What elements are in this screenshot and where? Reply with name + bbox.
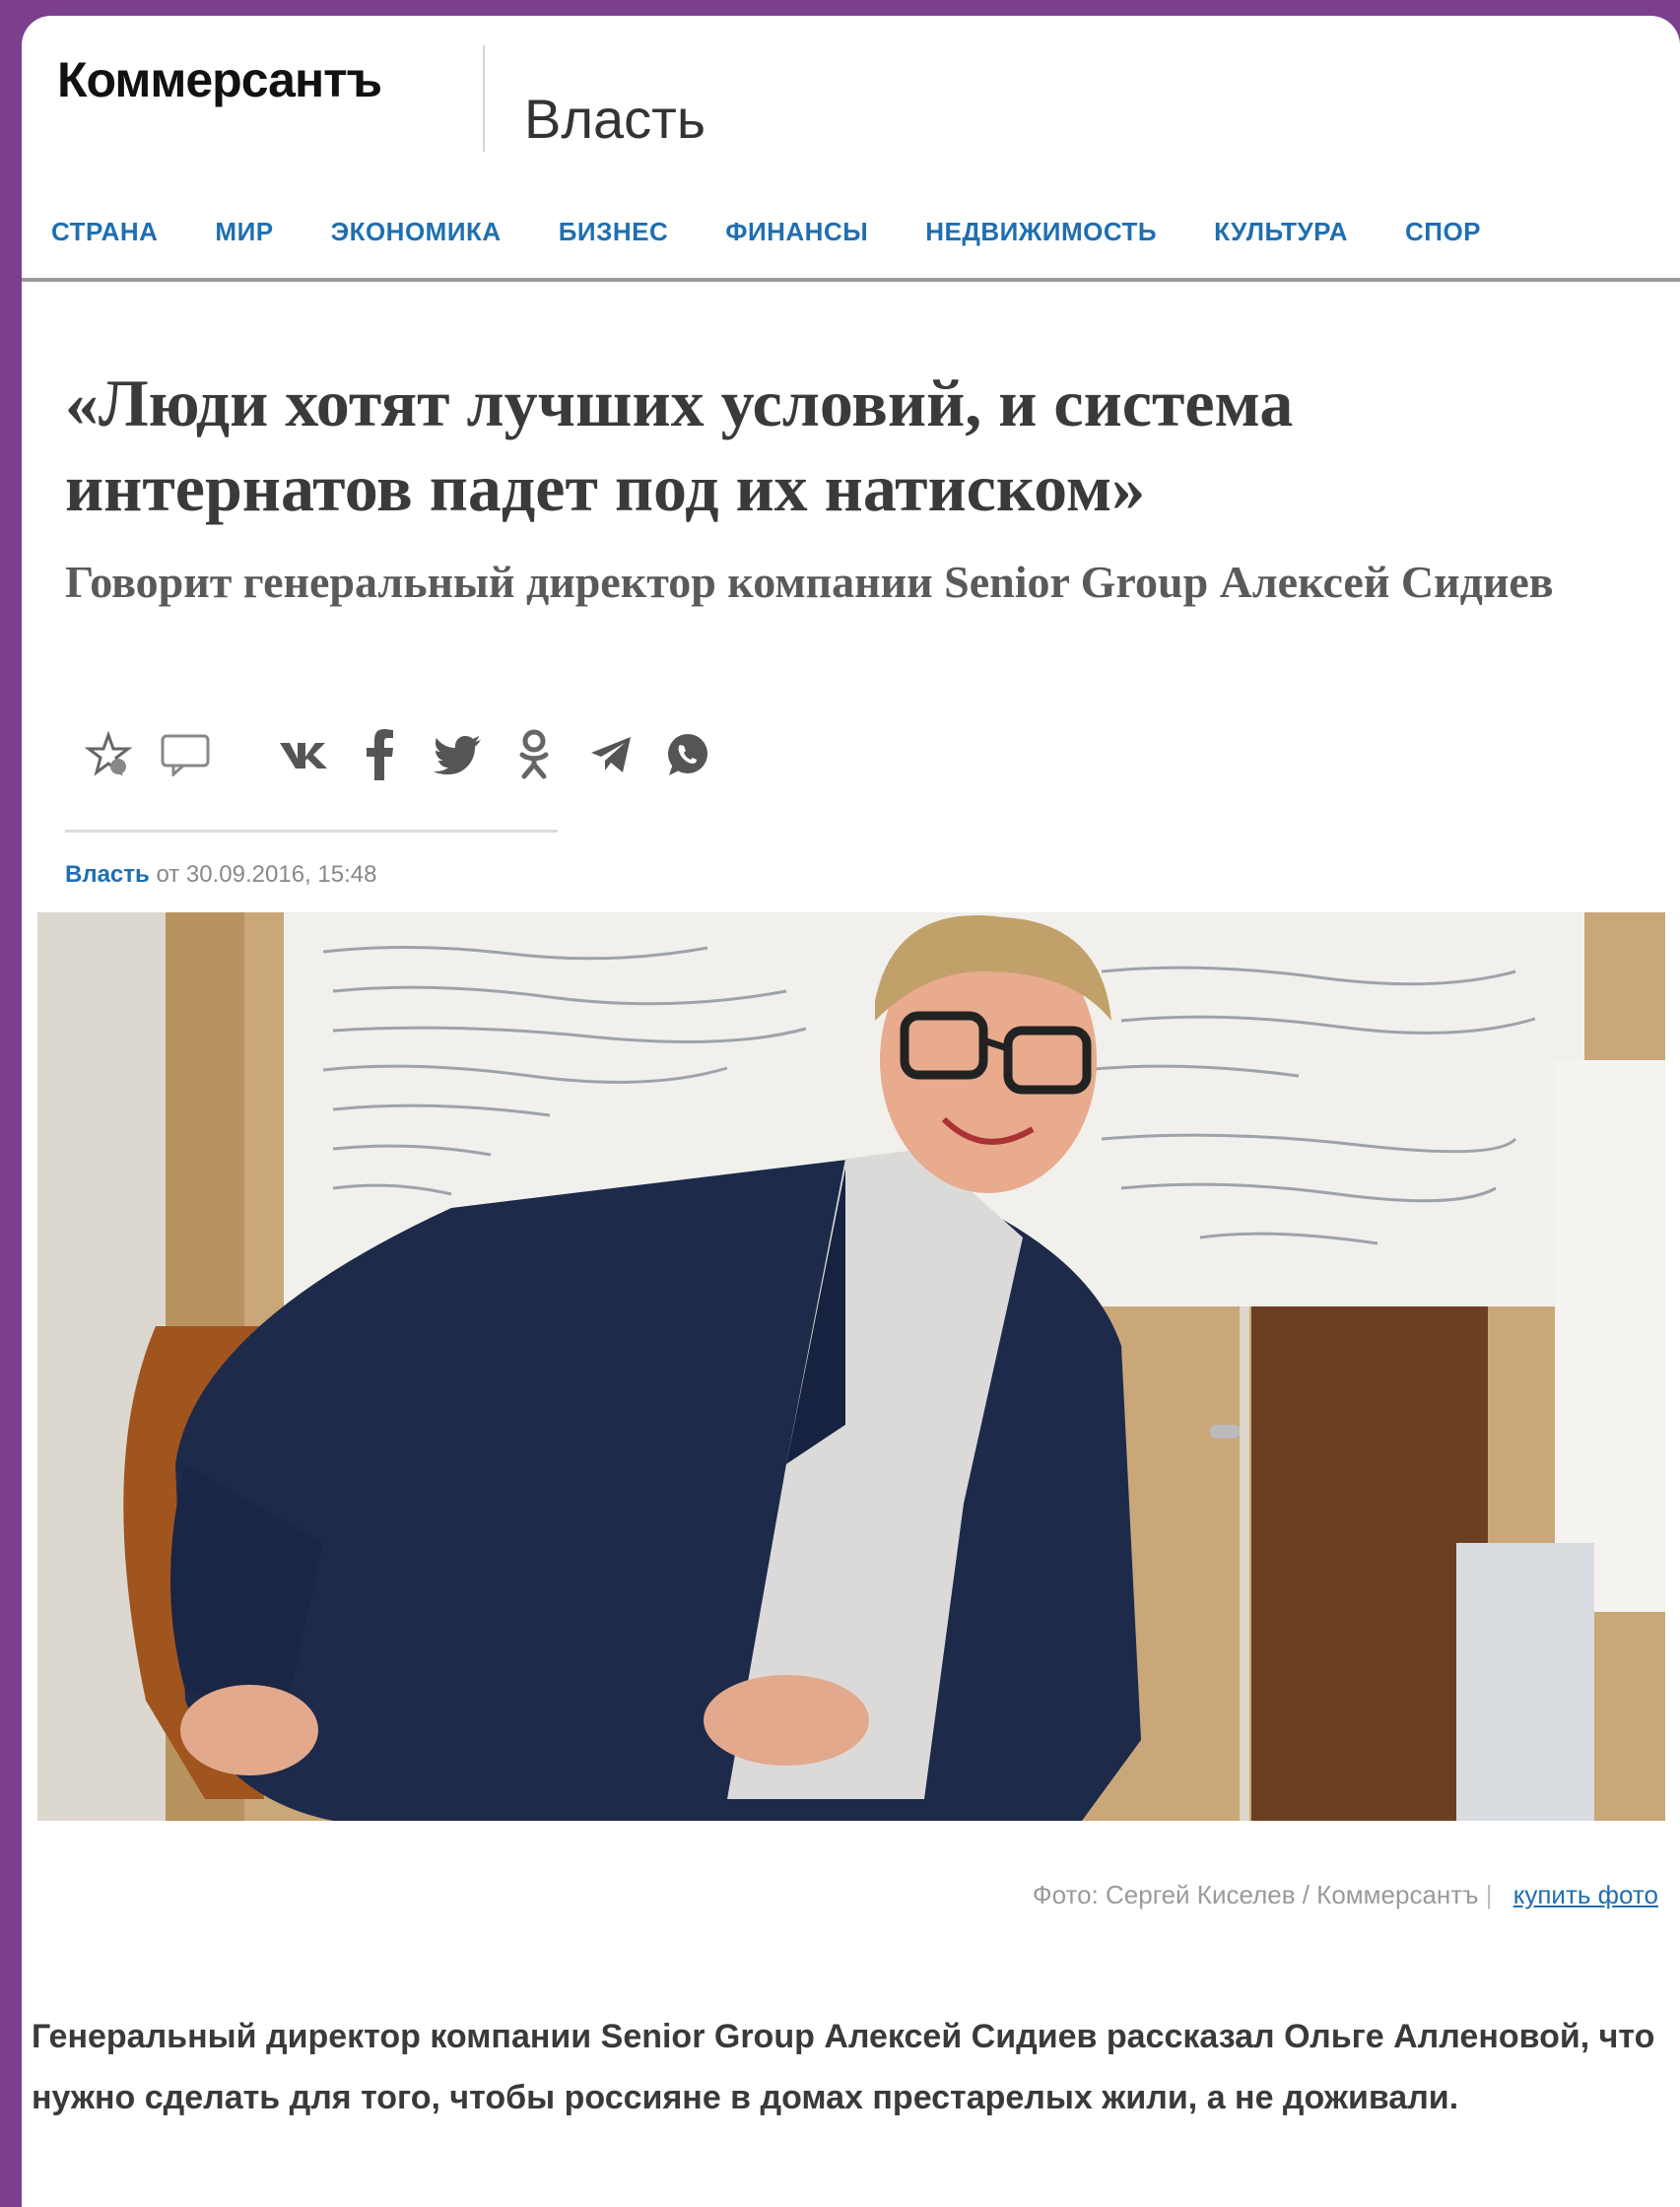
facebook-icon[interactable] (351, 725, 410, 784)
article-lead: Генеральный директор компании Senior Gro… (32, 2018, 1655, 2116)
article-page: Коммерсантъ Власть СТРАНА МИР ЭКОНОМИКА … (22, 16, 1680, 2207)
section-title[interactable]: Власть (524, 87, 706, 151)
logo-divider (483, 45, 485, 152)
nav-item-kultura[interactable]: КУЛЬТУРА (1214, 217, 1348, 247)
meta-date: от 30.09.2016, 15:48 (156, 861, 377, 888)
article-meta: Власть от 30.09.2016, 15:48 (65, 861, 376, 889)
article-headline: «Люди хотят лучших условий, и система ин… (65, 366, 1294, 525)
nav-item-strana[interactable]: СТРАНА (51, 217, 158, 247)
nav-item-finansy[interactable]: ФИНАНСЫ (725, 217, 868, 247)
favorite-icon[interactable] (79, 725, 138, 784)
photo-credit-text: Фото: Сергей Киселев / Коммерсантъ (1032, 1880, 1479, 1909)
site-logo[interactable]: Коммерсантъ (57, 51, 382, 108)
photo-credit: Фото: Сергей Киселев / Коммерсантъ | куп… (1032, 1880, 1658, 1909)
twitter-icon[interactable] (428, 725, 487, 784)
share-bar (79, 725, 735, 784)
vk-icon[interactable] (274, 725, 333, 784)
share-divider (65, 830, 558, 833)
main-nav: СТРАНА МИР ЭКОНОМИКА БИЗНЕС ФИНАНСЫ НЕДВ… (51, 217, 1538, 247)
meta-source[interactable]: Власть (65, 861, 150, 888)
nav-item-ekonomika[interactable]: ЭКОНОМИКА (331, 217, 502, 247)
nav-item-nedvizhimost[interactable]: НЕДВИЖИМОСТЬ (925, 217, 1157, 247)
telegram-icon[interactable] (581, 725, 640, 784)
whatsapp-icon[interactable] (658, 725, 717, 784)
article-photo (37, 912, 1665, 1821)
buy-photo-link[interactable]: купить фото (1513, 1880, 1658, 1909)
nav-divider (22, 278, 1680, 282)
nav-item-sport[interactable]: СПОР (1405, 217, 1481, 247)
odnoklassniki-icon[interactable] (504, 725, 564, 784)
nav-item-mir[interactable]: МИР (215, 217, 273, 247)
article-subtitle: Говорит генеральный директор компании Se… (65, 557, 1554, 607)
comment-icon[interactable] (156, 725, 215, 784)
nav-item-biznes[interactable]: БИЗНЕС (559, 217, 669, 247)
